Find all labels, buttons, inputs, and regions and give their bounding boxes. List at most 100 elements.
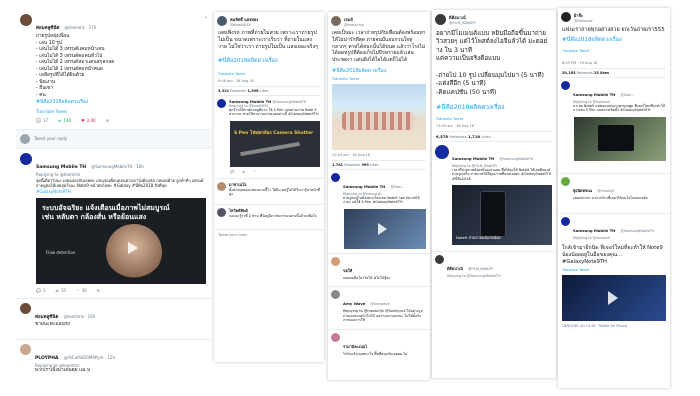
user-name[interactable]: มาชาเนโอ xyxy=(229,182,247,187)
hashtag-link[interactable]: #นี่คือ2018ผลิตดวงเรื่อง xyxy=(558,35,670,44)
translate-link[interactable]: Translate Tweet xyxy=(214,67,324,76)
user-name[interactable]: Samsung Mobile TH xyxy=(36,165,86,170)
user-name[interactable]: Samsung Mobile TH xyxy=(573,92,615,97)
tweet-stats: 3,321 Retweets 1,996 Likes xyxy=(218,88,269,93)
reply-input[interactable]: Tweet your reply xyxy=(214,230,324,240)
play-icon[interactable] xyxy=(378,222,387,235)
reply-button[interactable]: 💬 17 xyxy=(36,118,48,123)
avatar[interactable] xyxy=(217,16,227,26)
tweet-time: 9:06 pm · 18 Aug 18 xyxy=(218,78,254,83)
hashtag-link[interactable]: #GalaxyNote9TH xyxy=(16,189,212,196)
tweet-actions: 💬 ⇄ ♡ xyxy=(214,167,324,174)
video-card[interactable] xyxy=(562,275,666,321)
avatar[interactable] xyxy=(217,207,226,217)
avatar[interactable] xyxy=(561,176,570,186)
user-name[interactable]: Samsung Mobile TH xyxy=(452,156,494,161)
samsung-avatar[interactable] xyxy=(20,152,32,165)
user-handle: @SamsungMobileTH · 16h xyxy=(91,163,144,169)
video-card[interactable] xyxy=(574,116,666,161)
user-name[interactable]: ฝ้าจ๊ะ xyxy=(574,12,593,19)
user-name[interactable]: ไหว้ตต์ทิพย์ xyxy=(229,208,248,213)
user-handle: @amywave xyxy=(370,302,390,307)
chevron-down-icon[interactable]: ⌄ xyxy=(204,14,208,20)
reply-text: ไปรักแล้วเลยชนะใจ พื้นที่สนุกกันเลยผม ไม… xyxy=(343,351,408,356)
translate-link[interactable]: Translate Tweet xyxy=(328,75,430,81)
retweet-button[interactable]: ⇄ 14K xyxy=(58,118,71,123)
user-name[interactable]: Samsung Mobile TH xyxy=(343,184,385,189)
share-button[interactable]: ✉ xyxy=(106,118,109,123)
user-name[interactable]: PLOYPHA xyxy=(35,356,58,361)
reply-button[interactable]: 💬 xyxy=(230,170,234,174)
video-card[interactable]: Note9 ถ่ายสวยแม้แสงน้อย xyxy=(452,185,552,246)
avatar[interactable] xyxy=(331,332,340,342)
avatar[interactable] xyxy=(331,16,341,26)
like-button[interactable]: ♡ xyxy=(253,170,256,174)
reply-button[interactable]: 💬 1 xyxy=(36,288,46,293)
translate-link[interactable]: Translate Tweet xyxy=(16,107,212,114)
user-name[interactable]: รามานิคะเนยไ xyxy=(343,344,367,349)
user-name[interactable]: ต่อมคลูซีนีต xyxy=(36,26,59,31)
video-card[interactable]: ระบบอัจฉริยะ แจ้งเตือนเมื่อภาพไม่สมบูรณ์… xyxy=(36,198,206,284)
user-name[interactable]: คมสิทธิ์ แสงทอง xyxy=(230,16,258,23)
phone-image xyxy=(480,191,506,238)
samsung-avatar[interactable] xyxy=(331,172,340,182)
user-handle: @toommz · 17h xyxy=(64,25,97,30)
reply-icon: 💬 xyxy=(36,117,41,123)
like-button[interactable]: ♡ 30 xyxy=(76,288,87,293)
hashtag-link[interactable]: #นี่คือ2018ผลิตดวงเรื่อง xyxy=(328,64,430,75)
avatar[interactable] xyxy=(217,181,226,191)
user-name[interactable]: ดีต้อนาเน้ xyxy=(449,14,476,21)
user-name[interactable]: ยุ่ยนิดทจณเ xyxy=(573,188,592,193)
tweet-body: เคยเป็นมะ เวลาถ่ายรูปกับเพื่อนต้องพร้อมท… xyxy=(332,30,426,64)
user-name[interactable]: Samsung Mobile TH xyxy=(573,228,615,233)
avatar xyxy=(20,133,30,144)
retweet-icon: ⇄ xyxy=(242,169,246,174)
share-button[interactable]: ✉ xyxy=(97,288,100,293)
pen-image xyxy=(240,141,300,156)
video-card[interactable]: S Pen โหมดกล้อง Camera Shutter xyxy=(230,120,320,167)
avatar[interactable] xyxy=(20,14,32,26)
user-handle: @Sam... xyxy=(390,184,405,189)
tweet-body: จุดนี้เดียวไปนะ เลยฉลองกันเลยค่ะ เล่นเจอ… xyxy=(36,177,204,189)
reply-input[interactable]: Tweet your reply xyxy=(34,136,67,141)
tweet-time: 11:09 am · 18 Aug 18 xyxy=(436,123,475,128)
user-name[interactable]: Samsung Mobile TH xyxy=(229,99,271,104)
like-button[interactable]: ♥ 2.0K xyxy=(81,118,96,123)
avatar[interactable] xyxy=(331,290,340,300)
user-name[interactable]: ดีต้อนาเน้ xyxy=(447,266,463,271)
avatar[interactable] xyxy=(20,343,31,355)
user-handle: @mrsomil xyxy=(597,188,614,193)
play-icon[interactable] xyxy=(128,242,138,254)
heart-icon: ♡ xyxy=(253,169,257,174)
translate-link[interactable]: Translate Tweet xyxy=(432,113,556,121)
video-card[interactable] xyxy=(344,208,426,249)
avatar[interactable] xyxy=(435,14,446,25)
reply-text: พวกเราเพิ่งมาเล่นคุย แฉ ม xyxy=(35,367,91,373)
translate-link[interactable]: Translate Tweet xyxy=(558,266,670,272)
samsung-avatar[interactable] xyxy=(561,80,570,90)
avatar[interactable] xyxy=(331,256,340,266)
retweet-button[interactable]: ⇄ xyxy=(242,170,245,174)
hashtag-link[interactable]: #นี่คือ2018ผลิตดวงเรื่อง xyxy=(432,97,556,113)
hashtag-link[interactable]: #นี่คือ2018ผลิตดวงเรื่อง xyxy=(214,51,324,67)
samsung-avatar[interactable] xyxy=(217,98,226,108)
samsung-avatar[interactable] xyxy=(561,217,570,226)
user-name[interactable]: Amy Wave xyxy=(343,301,365,306)
beach-photo[interactable] xyxy=(332,83,426,150)
hashtag-link[interactable]: #นี่คือ2018ผลิตดวงเรื่อง xyxy=(16,99,212,107)
reply-text: ก่อนจะรู้ว่าที่ 2 ท่าน ที่นั่งดูมีเรากับ… xyxy=(229,213,317,218)
user-name[interactable]: ต่อมคลูซีนีต xyxy=(35,315,58,320)
user-name[interactable]: ขอให้ xyxy=(343,268,352,273)
translate-link[interactable]: Translate Tweet xyxy=(558,44,670,53)
user-handle: @fujimook xyxy=(574,19,593,23)
avatar[interactable] xyxy=(435,255,444,265)
tweet-stats: 1,781 Retweets 999 Likes xyxy=(332,162,379,167)
avatar[interactable] xyxy=(561,12,571,22)
play-icon[interactable] xyxy=(608,291,618,305)
user-name[interactable]: เจมส์ xyxy=(344,16,364,23)
avatar[interactable] xyxy=(20,303,31,314)
tweet-panel-3: เจมส์ @mosschjh เคยเป็นมะ เวลาถ่ายรูปกับ… xyxy=(328,12,430,380)
retweet-button[interactable]: ⇄ 15 xyxy=(56,288,66,293)
reply-text: Replying to @mosschjh @Sanitycell ได้อย่… xyxy=(343,309,423,323)
samsung-avatar[interactable] xyxy=(435,144,449,159)
